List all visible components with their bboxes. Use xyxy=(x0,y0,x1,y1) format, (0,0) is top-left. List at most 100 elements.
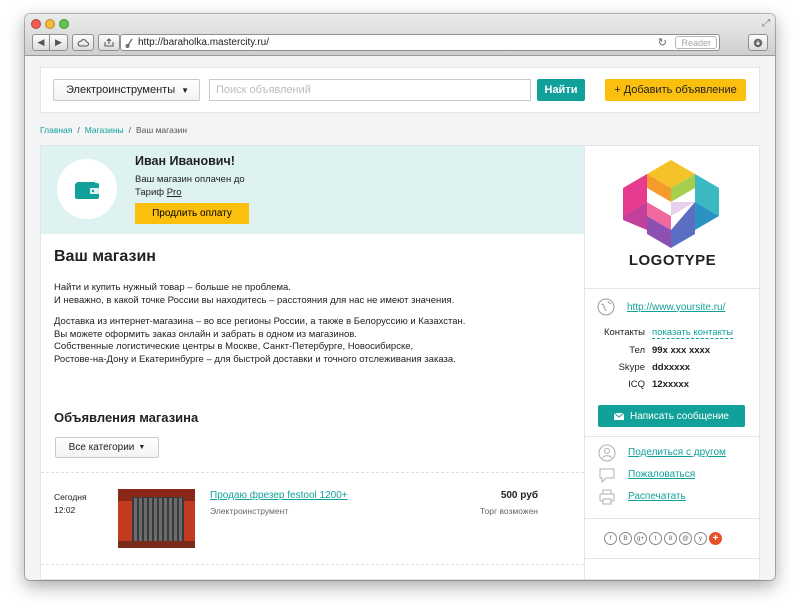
divider xyxy=(585,288,760,289)
shop-description-2: Доставка из интернет-магазина – во все р… xyxy=(54,316,574,366)
browser-nav-buttons: ◀ ▶ xyxy=(32,34,120,51)
shop-main-panel: Иван Иванович! Ваш магазин оплачен до Та… xyxy=(40,145,585,580)
description-line: Собственные логистические центры в Москв… xyxy=(54,341,414,352)
icq-label: ICQ xyxy=(628,379,645,390)
breadcrumb-home[interactable]: Главная xyxy=(40,125,72,135)
ads-section-title: Объявления магазина xyxy=(54,410,199,425)
ad-category: Электроинструмент xyxy=(210,506,289,516)
description-line: Ростове-на-Дону и Екатеринбурге – для бы… xyxy=(54,353,456,365)
write-message-button[interactable]: Написать сообщение xyxy=(598,405,745,427)
description-line: Вы можете оформить заказ онлайн и забрат… xyxy=(54,328,357,340)
search-input[interactable] xyxy=(209,79,531,101)
add-listing-button[interactable]: + Добавить объявление xyxy=(605,79,746,101)
forward-button[interactable]: ▶ xyxy=(50,34,68,51)
website-row: http://www.yoursite.ru/ xyxy=(597,298,725,316)
zoom-window-button[interactable] xyxy=(59,19,69,29)
phone-value: 99x xxx xxxx xyxy=(652,345,711,356)
facebook-icon[interactable]: f xyxy=(604,532,617,545)
icq-row: ICQ 12xxxxx xyxy=(585,379,760,393)
icloud-button[interactable] xyxy=(72,34,94,51)
tariff-value[interactable]: Pro xyxy=(167,187,182,198)
downloads-button[interactable] xyxy=(748,34,768,51)
breadcrumb-separator: / xyxy=(128,125,132,135)
mail-icon[interactable]: @ xyxy=(679,532,692,545)
google-plus-icon[interactable]: g+ xyxy=(634,532,647,545)
envelope-icon xyxy=(613,412,624,420)
shop-description-1: Найти и купить нужный товар – больше не … xyxy=(54,282,574,307)
shop-logo-graphic[interactable] xyxy=(621,158,721,250)
payment-notice: Иван Иванович! Ваш магазин оплачен до Та… xyxy=(41,146,584,234)
divider xyxy=(585,558,760,559)
notice-title: Иван Иванович! xyxy=(135,154,235,168)
close-window-button[interactable] xyxy=(31,19,41,29)
description-line: Найти и купить нужный товар – больше не … xyxy=(54,282,291,293)
radiator-image xyxy=(118,489,195,548)
category-select-value: Электроинструменты xyxy=(66,84,176,96)
browser-toolbar: ⤢ ◀ ▶ http://baraholka.mastercity.ru/ ↻ … xyxy=(25,14,775,56)
wallet-icon xyxy=(75,182,99,199)
wallet-icon-circle xyxy=(57,159,117,219)
more-share-icon[interactable]: + xyxy=(709,532,722,545)
divider xyxy=(41,472,584,473)
tariff-line: Тариф Pro xyxy=(135,187,182,198)
ad-thumbnail[interactable] xyxy=(118,489,195,548)
reader-button[interactable]: Reader xyxy=(675,36,717,49)
cloud-icon xyxy=(77,38,89,46)
show-contacts-link[interactable]: показать контакты xyxy=(652,327,734,339)
share-action[interactable]: Поделиться с другом xyxy=(597,443,726,462)
fullscreen-icon[interactable]: ⤢ xyxy=(762,18,770,29)
twitter-icon[interactable]: t xyxy=(649,532,662,545)
window-controls xyxy=(31,19,69,29)
paid-until-text: Ваш магазин оплачен до xyxy=(135,174,245,185)
link-icon xyxy=(125,38,133,48)
description-line: И неважно, в какой точке России вы наход… xyxy=(54,294,455,306)
skype-row: Skype ddxxxxx xyxy=(585,362,760,376)
ads-filter-label: Все категории xyxy=(68,442,135,453)
chevron-down-icon: ▼ xyxy=(181,85,189,95)
shop-title: Ваш магазин xyxy=(54,248,156,265)
reload-icon[interactable]: ↻ xyxy=(658,36,667,49)
website-link[interactable]: http://www.yoursite.ru/ xyxy=(627,302,725,313)
url-text: http://baraholka.mastercity.ru/ xyxy=(138,37,269,48)
ad-price: 500 руб xyxy=(500,490,538,501)
ad-date-day: Сегодня xyxy=(54,492,87,502)
breadcrumb-shops[interactable]: Магазины xyxy=(85,125,124,135)
complain-link[interactable]: Пожаловаться xyxy=(628,469,695,480)
skype-label: Skype xyxy=(618,362,645,373)
description-line: Доставка из интернет-магазина – во все р… xyxy=(54,316,466,327)
phone-row: Тел 99x xxx xxxx xyxy=(585,345,760,359)
share-link[interactable]: Поделиться с другом xyxy=(628,447,726,458)
address-bar[interactable]: http://baraholka.mastercity.ru/ ↻ Reader xyxy=(120,34,720,51)
speech-bubble-icon xyxy=(597,465,616,484)
complain-action[interactable]: Пожаловаться xyxy=(597,465,695,484)
print-action[interactable]: Распечатать xyxy=(597,487,686,506)
contacts-label: Контакты xyxy=(603,327,645,338)
share-button[interactable] xyxy=(98,34,120,51)
write-message-label: Написать сообщение xyxy=(629,410,729,422)
print-link[interactable]: Распечатать xyxy=(628,491,686,502)
globe-icon xyxy=(597,298,615,316)
ad-date: Сегодня 12:02 xyxy=(54,491,87,517)
divider xyxy=(585,436,760,437)
ads-category-filter[interactable]: Все категории ▼ xyxy=(55,437,159,458)
extend-payment-button[interactable]: Продлить оплату xyxy=(135,203,249,224)
back-button[interactable]: ◀ xyxy=(32,34,50,51)
breadcrumb-current: Ваш магазин xyxy=(136,125,188,135)
yandex-icon[interactable]: y xyxy=(694,532,707,545)
category-select[interactable]: Электроинструменты ▼ xyxy=(53,79,200,101)
search-bar-panel: Электроинструменты ▼ Найти + Добавить об… xyxy=(40,67,760,113)
skype-value: ddxxxxx xyxy=(652,362,691,373)
find-button[interactable]: Найти xyxy=(537,79,585,101)
contacts-row: Контакты показать контакты xyxy=(585,327,760,341)
odnoklassniki-icon[interactable]: 8 xyxy=(664,532,677,545)
ad-title-link[interactable]: Продаю фрезер festool 1200+ xyxy=(210,490,348,501)
printer-icon xyxy=(597,487,616,506)
icq-value: 12xxxxx xyxy=(652,379,689,390)
web-page: Электроинструменты ▼ Найти + Добавить об… xyxy=(25,57,775,580)
divider xyxy=(41,564,584,565)
back-forward-group: ◀ ▶ xyxy=(32,34,68,51)
blogger-icon[interactable]: B xyxy=(619,532,632,545)
download-icon xyxy=(753,38,763,47)
minimize-window-button[interactable] xyxy=(45,19,55,29)
breadcrumb: Главная / Магазины / Ваш магазин xyxy=(40,125,187,135)
